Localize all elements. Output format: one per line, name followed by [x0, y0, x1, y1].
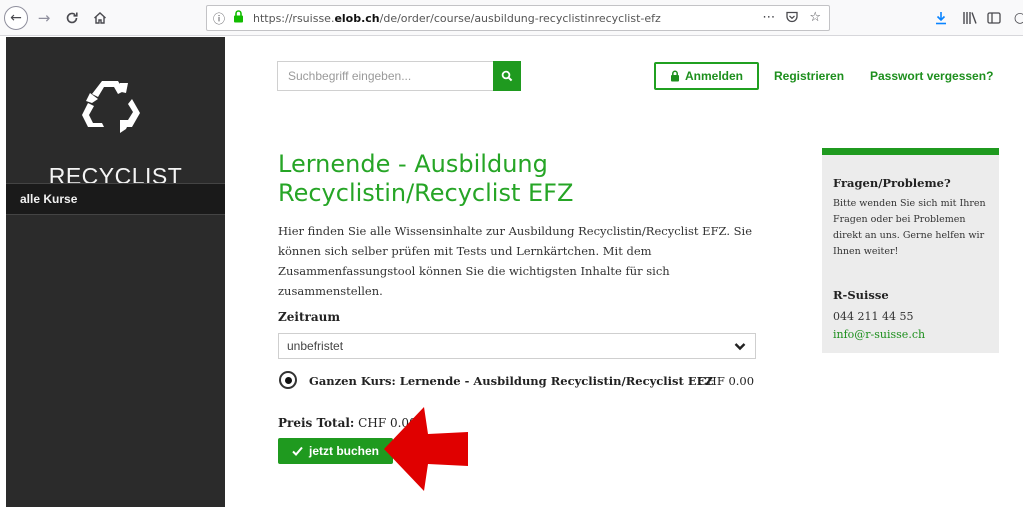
browser-toolbar: ← → ⓘ https://rsuisse.elob.ch/de/order/c… [0, 0, 1023, 36]
page-actions-icon[interactable]: ⋯ [762, 10, 775, 28]
book-now-label: jetzt buchen [308, 444, 379, 458]
search-button[interactable] [493, 61, 521, 91]
url-actions: ⋯ ☆ [762, 10, 821, 28]
forward-arrow-icon[interactable]: → [34, 7, 54, 29]
home-icon[interactable] [90, 7, 110, 29]
period-select-value: unbefristet [287, 339, 344, 353]
search-input[interactable]: Suchbegriff eingeben... [277, 61, 494, 91]
back-arrow-icon[interactable]: ← [4, 6, 28, 30]
chevron-down-icon [734, 343, 746, 351]
info-icon[interactable]: ⓘ [213, 10, 229, 27]
forgot-password-link[interactable]: Passwort vergessen? [870, 69, 993, 83]
help-text: Bitte wenden Sie sich mit Ihren Fragen o… [833, 198, 986, 257]
course-option-radio[interactable] [279, 371, 297, 389]
help-company: R-Suisse [833, 288, 889, 302]
left-sidebar: RECYCLIST alle Kurse [6, 37, 225, 507]
reload-icon[interactable] [62, 7, 82, 29]
addon-icon[interactable]: ○ [1010, 8, 1023, 28]
sidebar-toggle-icon[interactable] [984, 8, 1004, 28]
library-icon[interactable] [960, 8, 980, 28]
book-now-button[interactable]: jetzt buchen [278, 438, 393, 464]
search-icon [501, 70, 513, 82]
lock-icon [670, 70, 679, 82]
login-button[interactable]: Anmelden [654, 62, 759, 90]
address-bar[interactable]: ⓘ https://rsuisse.elob.ch/de/order/cours… [206, 5, 830, 31]
course-option-price: CHF 0.00 [698, 374, 755, 388]
help-email-link[interactable]: info@r-suisse.ch [833, 328, 925, 341]
lock-icon [233, 10, 247, 26]
help-phone: 044 211 44 55 [833, 310, 914, 323]
login-label: Anmelden [684, 69, 743, 83]
course-description: Hier finden Sie alle Wissensinhalte zur … [278, 224, 753, 298]
period-select[interactable]: unbefristet [278, 333, 756, 359]
help-box: Fragen/Probleme? Bitte wenden Sie sich m… [822, 148, 999, 353]
radio-selected-dot [285, 377, 292, 384]
help-title: Fragen/Probleme? [833, 176, 951, 190]
red-annotation-arrow [384, 407, 468, 491]
price-total-label: Preis Total: [278, 416, 355, 430]
recycle-logo-icon [82, 81, 140, 133]
register-link[interactable]: Registrieren [774, 69, 844, 83]
sidebar-item-all-courses[interactable]: alle Kurse [6, 183, 225, 215]
period-label: Zeitraum [278, 310, 341, 324]
bookmark-star-icon[interactable]: ☆ [809, 10, 821, 28]
pocket-icon[interactable] [785, 10, 799, 28]
checkmark-icon [292, 446, 303, 456]
page-title: Lernende - Ausbildung Recyclistin/Recycl… [278, 150, 574, 207]
url-text: https://rsuisse.elob.ch/de/order/course/… [253, 11, 661, 25]
download-icon[interactable] [931, 8, 951, 28]
course-option-label[interactable]: Ganzen Kurs: Lernende - Ausbildung Recyc… [309, 374, 713, 388]
